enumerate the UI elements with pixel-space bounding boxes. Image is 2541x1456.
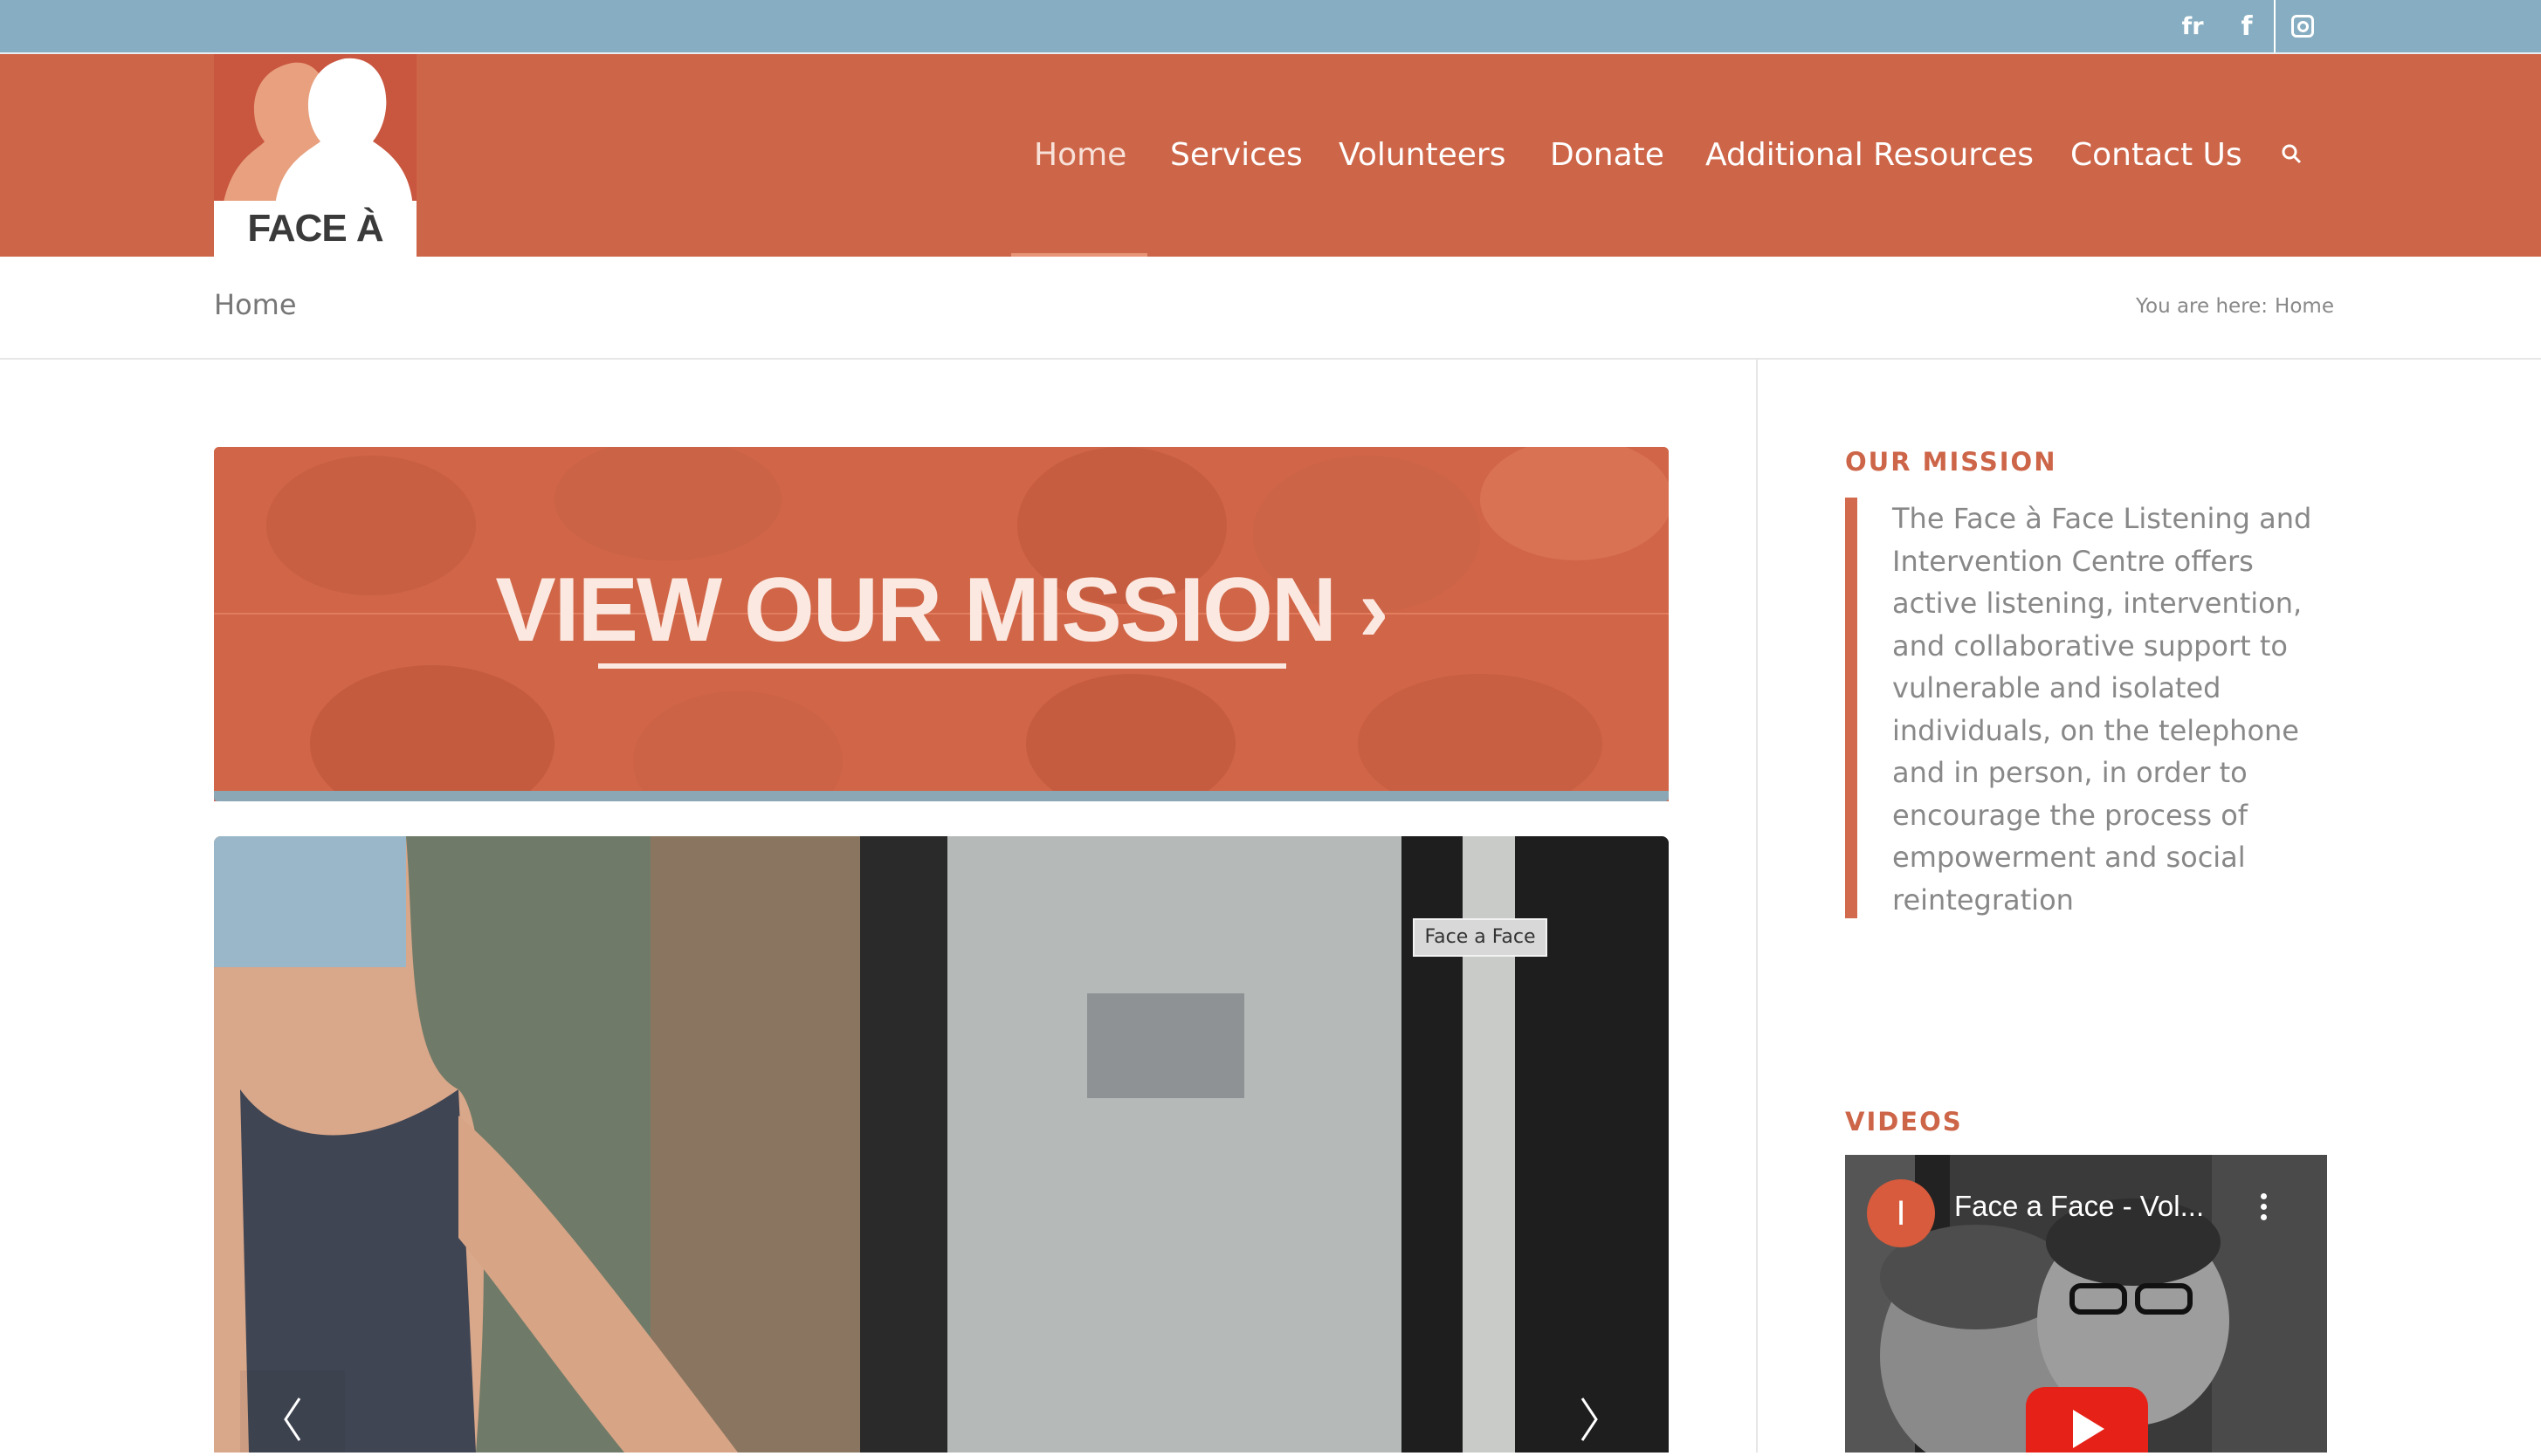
site-logo[interactable]: FACE À FACE bbox=[214, 54, 417, 257]
mission-text: The Face à Face Listening and Interventi… bbox=[1892, 502, 2312, 917]
slide-caption: Face a Face bbox=[1413, 918, 1547, 957]
youtube-play-icon[interactable] bbox=[2026, 1387, 2148, 1453]
slider-prev-button[interactable] bbox=[240, 1370, 345, 1453]
video-embed[interactable]: I Face a Face - Vol... bbox=[1845, 1155, 2327, 1453]
logo-wordmark: FACE À FACE bbox=[214, 201, 417, 257]
facebook-icon[interactable]: f bbox=[2227, 0, 2267, 52]
video-title[interactable]: Face a Face - Vol... bbox=[1954, 1190, 2204, 1223]
page-title: Home bbox=[214, 288, 297, 321]
search-icon[interactable] bbox=[2281, 143, 2302, 164]
nav-additional-resources[interactable]: Additional Resources bbox=[1705, 54, 2034, 257]
chevron-left-icon bbox=[284, 1398, 301, 1441]
more-vert-icon[interactable] bbox=[2261, 1193, 2269, 1228]
top-bar: fr f bbox=[0, 0, 2541, 54]
nav-volunteers[interactable]: Volunteers bbox=[1339, 54, 1505, 257]
language-switch-fr[interactable]: fr bbox=[2173, 0, 2213, 52]
channel-avatar[interactable]: I bbox=[1867, 1179, 1935, 1247]
nav-donate[interactable]: Donate bbox=[1550, 54, 1664, 257]
videos-widget-title: VIDEOS bbox=[1845, 1107, 1963, 1137]
instagram-icon[interactable] bbox=[2274, 0, 2330, 52]
nav-services[interactable]: Services bbox=[1170, 54, 1303, 257]
breadcrumb: You are here: Home bbox=[2136, 295, 2334, 318]
breadcrumb-home-link[interactable]: Home bbox=[2275, 295, 2334, 318]
title-bar: Home You are here: Home bbox=[0, 257, 2541, 360]
banner-title: VIEW OUR MISSION › bbox=[495, 560, 1388, 661]
mission-widget-title: OUR MISSION bbox=[1845, 447, 2057, 477]
breadcrumb-prefix: You are here: bbox=[2136, 295, 2269, 318]
chevron-right-icon bbox=[1580, 1398, 1598, 1441]
mission-banner[interactable]: VIEW OUR MISSION › bbox=[214, 447, 1669, 801]
sidebar-divider bbox=[1756, 360, 1758, 1453]
slider-next-button[interactable] bbox=[1537, 1370, 1642, 1453]
nav-contact-us[interactable]: Contact Us bbox=[2070, 54, 2242, 257]
banner-underline bbox=[598, 663, 1286, 669]
banner-accent-strip bbox=[214, 791, 1669, 801]
nav-home[interactable]: Home bbox=[1034, 54, 1126, 257]
